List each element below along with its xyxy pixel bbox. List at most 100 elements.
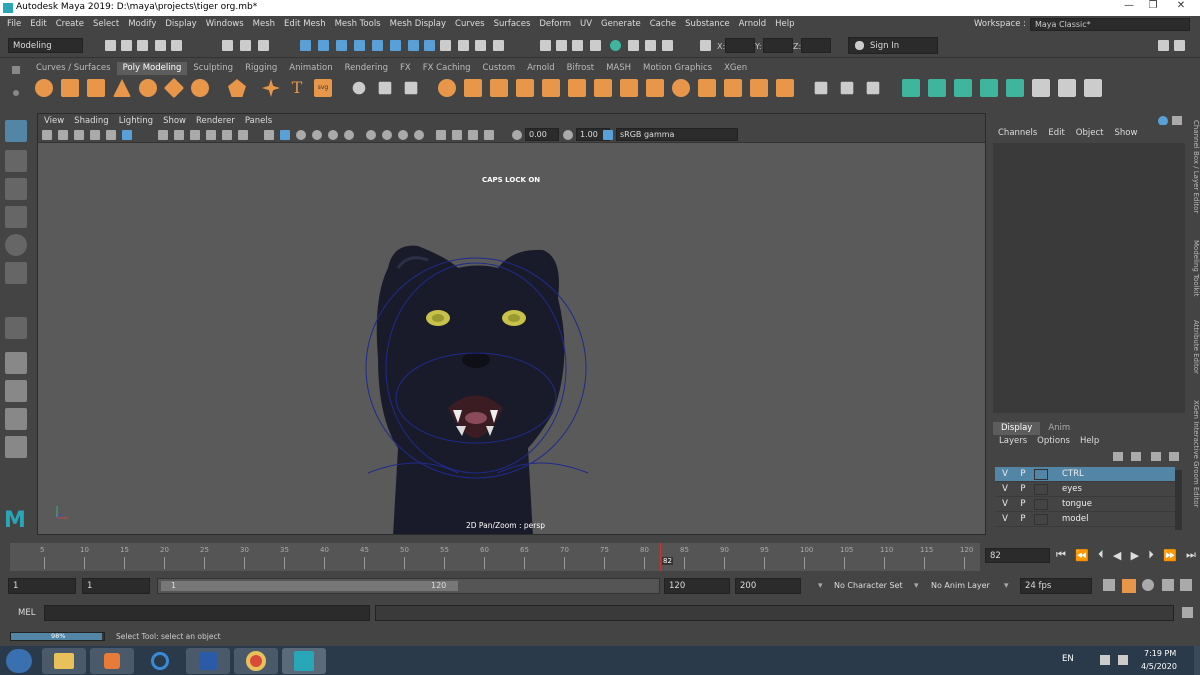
arnold-render-icon[interactable] bbox=[628, 40, 639, 51]
xray-joints-icon[interactable] bbox=[468, 130, 478, 140]
type-icon[interactable]: T bbox=[288, 79, 306, 97]
reduce-icon[interactable] bbox=[542, 79, 560, 97]
grease-pencil-icon[interactable] bbox=[122, 130, 132, 140]
menu-curves[interactable]: Curves bbox=[455, 19, 485, 29]
layer-visibility-toggle[interactable]: V bbox=[998, 469, 1012, 479]
shadows-icon[interactable] bbox=[344, 130, 354, 140]
snap-help-icon[interactable] bbox=[424, 40, 435, 51]
poly-cone-icon[interactable] bbox=[113, 79, 131, 97]
uv-cut-icon[interactable] bbox=[1058, 79, 1076, 97]
film-gate-icon[interactable] bbox=[174, 130, 184, 140]
current-time-indicator[interactable] bbox=[660, 543, 661, 571]
paint-select-tool-icon[interactable] bbox=[5, 178, 27, 200]
snap-extra-icon[interactable] bbox=[408, 40, 419, 51]
poke-icon[interactable] bbox=[698, 79, 716, 97]
multi-cut-icon[interactable] bbox=[814, 81, 828, 95]
render-settings-icon[interactable] bbox=[590, 40, 601, 51]
lock-icon[interactable] bbox=[440, 40, 451, 51]
play-forward-icon[interactable]: ▶ bbox=[1131, 549, 1139, 562]
file-explorer-icon[interactable] bbox=[42, 648, 86, 674]
z-field[interactable] bbox=[801, 38, 831, 53]
fill-hole-icon[interactable] bbox=[516, 79, 534, 97]
scale-tool-icon[interactable] bbox=[5, 262, 27, 284]
poly-sphere-icon[interactable] bbox=[35, 79, 53, 97]
panther-model[interactable] bbox=[348, 238, 608, 534]
time-slider[interactable]: 5 10 15 20 25 30 35 40 45 50 55 60 65 70 75 80 85 90 95 100… bbox=[10, 543, 980, 571]
maya-taskbar-icon[interactable] bbox=[282, 648, 326, 674]
shelf-tab-fx-caching[interactable]: FX Caching bbox=[417, 62, 477, 75]
layer-row[interactable]: V P model bbox=[995, 512, 1175, 527]
pause-icon[interactable] bbox=[662, 40, 673, 51]
layer-color-swatch[interactable] bbox=[1034, 513, 1048, 525]
poly-cube-icon[interactable] bbox=[61, 79, 79, 97]
menu-select[interactable]: Select bbox=[93, 19, 119, 29]
grid-icon[interactable] bbox=[158, 130, 168, 140]
loop-icon[interactable] bbox=[1103, 579, 1115, 591]
step-forward-key-icon[interactable]: ⏩ bbox=[1163, 549, 1177, 562]
layer-move-up-icon[interactable] bbox=[1113, 452, 1123, 461]
new-layer-selected-icon[interactable] bbox=[1169, 452, 1179, 461]
menu-cache[interactable]: Cache bbox=[650, 19, 676, 29]
media-player-icon[interactable] bbox=[90, 648, 134, 674]
viewport-menu-show[interactable]: Show bbox=[163, 116, 186, 126]
layer-playback-toggle[interactable]: P bbox=[1016, 469, 1030, 479]
character-controls-icon[interactable] bbox=[1174, 40, 1185, 51]
layer-visibility-toggle[interactable]: V bbox=[998, 514, 1012, 524]
layer-visibility-toggle[interactable]: V bbox=[998, 499, 1012, 509]
wireframe-icon[interactable] bbox=[264, 130, 274, 140]
channelbox-attributes-area[interactable] bbox=[993, 143, 1185, 413]
menu-mesh-display[interactable]: Mesh Display bbox=[390, 19, 446, 29]
anim-layer-icon[interactable]: ▾ bbox=[914, 581, 919, 591]
layer-visibility-toggle[interactable]: V bbox=[998, 484, 1012, 494]
shelf-tab-motion-graphics[interactable]: Motion Graphics bbox=[637, 62, 718, 75]
ipr-render-icon[interactable] bbox=[572, 40, 583, 51]
layer-playback-toggle[interactable]: P bbox=[1016, 484, 1030, 494]
circularize-icon[interactable] bbox=[750, 79, 768, 97]
collapse-icon[interactable] bbox=[776, 79, 794, 97]
anim-layer-dropdown[interactable]: No Anim Layer bbox=[931, 581, 990, 590]
clock-date[interactable]: 4/5/2020 bbox=[1141, 662, 1177, 671]
xray-components-icon[interactable] bbox=[484, 130, 494, 140]
new-scene-icon[interactable] bbox=[105, 40, 116, 51]
ambient-occlusion-icon[interactable] bbox=[366, 130, 376, 140]
shelf-tab-xgen[interactable]: XGen bbox=[718, 62, 753, 75]
character-set-dropdown[interactable]: No Character Set bbox=[834, 581, 903, 590]
image-plane-icon[interactable] bbox=[90, 130, 100, 140]
layer-menu-layers[interactable]: Layers bbox=[999, 436, 1027, 446]
layer-color-swatch[interactable] bbox=[1034, 498, 1048, 510]
sidetab-xgen-groom-editor[interactable]: XGen Interactive Groom Editor bbox=[1187, 400, 1200, 508]
layer-menu-help[interactable]: Help bbox=[1080, 436, 1099, 446]
restore-button[interactable]: ❐ bbox=[1142, 0, 1164, 14]
snap-live-icon[interactable] bbox=[390, 40, 401, 51]
layer-playback-toggle[interactable]: P bbox=[1016, 499, 1030, 509]
anti-aliasing-icon[interactable] bbox=[398, 130, 408, 140]
language-indicator[interactable]: EN bbox=[1062, 654, 1074, 664]
safe-action-icon[interactable] bbox=[238, 130, 248, 140]
snap-view-plane-icon[interactable] bbox=[354, 40, 365, 51]
hypershade-icon[interactable] bbox=[610, 40, 621, 51]
camera-attributes-icon[interactable] bbox=[58, 130, 68, 140]
menu-display[interactable]: Display bbox=[165, 19, 196, 29]
smooth-icon[interactable] bbox=[404, 81, 418, 95]
wedge-icon[interactable] bbox=[672, 79, 690, 97]
animation-end-field[interactable]: 200 bbox=[735, 578, 801, 594]
chrome-icon[interactable] bbox=[234, 648, 278, 674]
menu-deform[interactable]: Deform bbox=[539, 19, 571, 29]
resolution-gate-icon[interactable] bbox=[190, 130, 200, 140]
open-scene-icon[interactable] bbox=[121, 40, 132, 51]
uv-sew-icon[interactable] bbox=[1084, 79, 1102, 97]
bevel-icon[interactable] bbox=[620, 79, 638, 97]
chamfer-icon[interactable] bbox=[724, 79, 742, 97]
shelf-tab-rigging[interactable]: Rigging bbox=[239, 62, 283, 75]
layer-tab-display[interactable]: Display bbox=[993, 422, 1041, 435]
shelf-menu-icon[interactable] bbox=[13, 90, 19, 96]
layer-menu-options[interactable]: Options bbox=[1037, 436, 1070, 446]
mirror-icon[interactable] bbox=[464, 79, 482, 97]
audio-icon[interactable] bbox=[1162, 579, 1174, 591]
gamma-icon[interactable] bbox=[563, 130, 573, 140]
command-input[interactable] bbox=[44, 605, 370, 621]
channelbox-menu-channels[interactable]: Channels bbox=[998, 128, 1037, 138]
snap-surface-icon[interactable] bbox=[372, 40, 383, 51]
shelf-tab-mash[interactable]: MASH bbox=[600, 62, 637, 75]
lasso-tool-icon[interactable] bbox=[5, 150, 27, 172]
